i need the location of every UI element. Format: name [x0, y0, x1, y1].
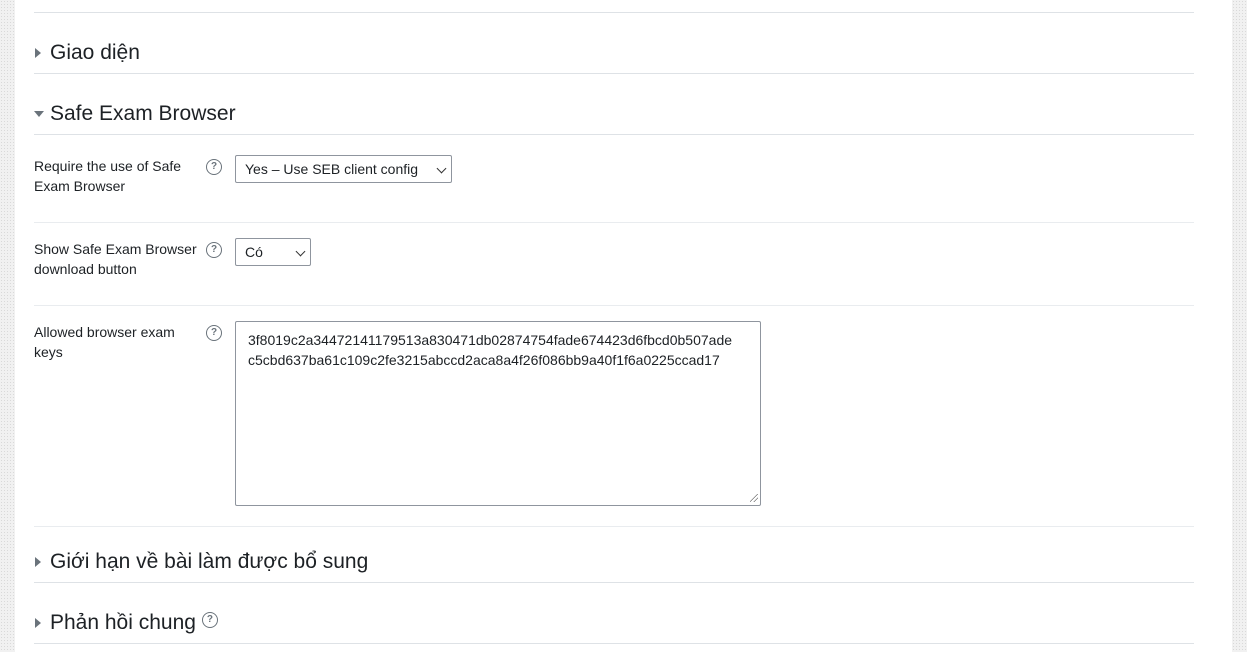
section-title-safe-exam-browser: Safe Exam Browser: [50, 101, 236, 125]
section-title-phan-hoi-chung: Phản hồi chung: [50, 610, 196, 634]
require-seb-select[interactable]: Yes – Use SEB client config: [235, 155, 452, 183]
form-row-exam-keys: Allowed browser exam keys ? 3f8019c2a344…: [34, 321, 1194, 527]
require-seb-selected-value: Yes – Use SEB client config: [245, 161, 419, 177]
right-background-gutter: [1232, 0, 1247, 652]
help-icon[interactable]: ?: [206, 242, 222, 258]
exam-keys-label: Allowed browser exam keys: [34, 324, 175, 360]
caret-down-icon: [34, 110, 44, 117]
section-header-giao-dien[interactable]: Giao diện: [34, 32, 1194, 74]
require-seb-label: Require the use of Safe Exam Browser: [34, 158, 182, 194]
caret-right-icon: [35, 47, 41, 58]
caret-right-icon: [35, 556, 41, 567]
form-row-require-seb: Require the use of Safe Exam Browser ? Y…: [34, 155, 1194, 223]
chevron-down-icon: [436, 163, 447, 174]
exam-keys-textarea[interactable]: 3f8019c2a34472141179513a830471db02874754…: [235, 321, 761, 506]
help-icon[interactable]: ?: [206, 159, 222, 175]
left-background-gutter: [0, 0, 15, 652]
download-button-selected-value: Có: [245, 244, 263, 260]
caret-right-icon: [35, 617, 41, 628]
resize-handle-icon[interactable]: [750, 494, 758, 502]
section-header-safe-exam-browser[interactable]: Safe Exam Browser: [34, 93, 1194, 135]
section-header-phan-hoi-chung[interactable]: Phản hồi chung ?: [34, 602, 1194, 644]
help-icon[interactable]: ?: [206, 325, 222, 341]
download-button-label: Show Safe Exam Browser download button: [34, 241, 197, 277]
form-row-download-button: Show Safe Exam Browser download button ?…: [34, 238, 1194, 306]
section-title-gioi-han: Giới hạn về bài làm được bổ sung: [50, 549, 369, 573]
section-title-giao-dien: Giao diện: [50, 40, 140, 64]
download-button-select[interactable]: Có: [235, 238, 311, 266]
quiz-settings-page: Giao diện Safe Exam Browser Require the …: [0, 0, 1247, 652]
help-icon[interactable]: ?: [201, 611, 218, 628]
chevron-down-icon: [295, 246, 306, 257]
section-header-gioi-han[interactable]: Giới hạn về bài làm được bổ sung: [34, 541, 1194, 583]
previous-section-divider: [34, 0, 1194, 13]
